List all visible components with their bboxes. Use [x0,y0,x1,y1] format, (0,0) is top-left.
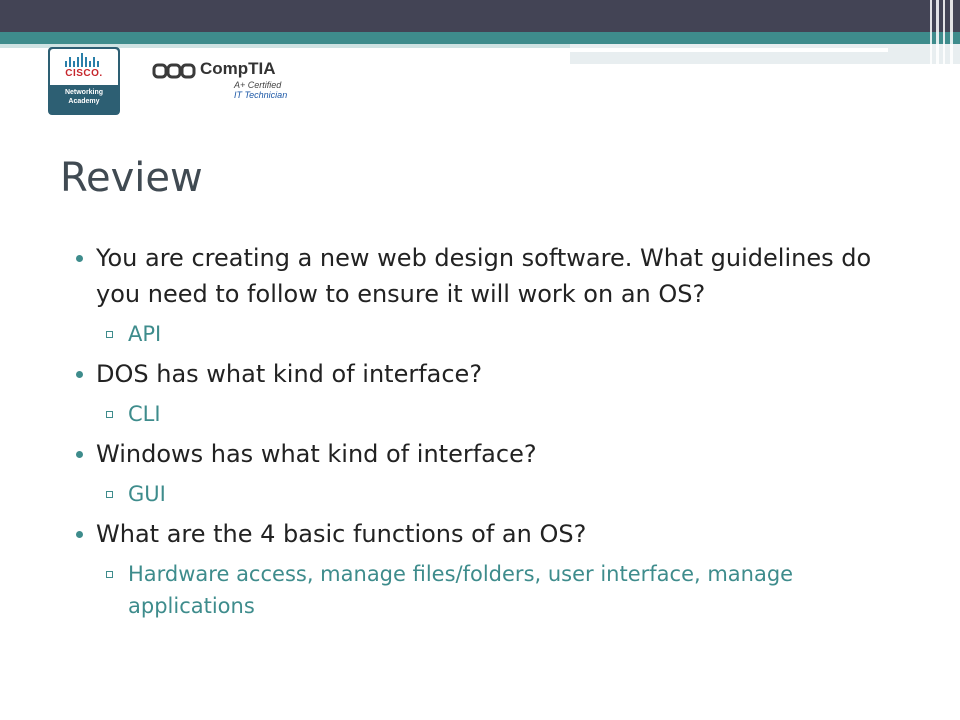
bullet-question: DOS has what kind of interface? [72,356,912,392]
bullet-question: What are the 4 basic functions of an OS? [72,516,912,552]
bullet-question: You are creating a new web design softwa… [72,240,912,312]
cisco-logo-top: CISCO. [50,49,118,85]
bullet-question: Windows has what kind of interface? [72,436,912,472]
slide-content: You are creating a new web design softwa… [72,240,912,628]
cisco-sub-line2: Academy [68,98,100,105]
cisco-networking-academy-logo: CISCO. Networking Academy [48,47,120,115]
cisco-wordmark: CISCO. [65,68,103,79]
slide-title: Review [60,155,203,201]
comptia-wordmark: CompTIA [200,59,276,78]
header-divider [570,48,888,52]
sub-bullet-answer: Hardware access, manage files/folders, u… [72,558,912,622]
header-decoration [926,0,960,64]
header-teal-bar [0,32,960,44]
sub-bullet-answer: GUI [72,478,912,510]
cisco-academy-label: Networking Academy [48,88,120,106]
header-dark-bar [0,0,960,32]
sub-bullet-answer: CLI [72,398,912,430]
comptia-cert-line1: A+ Certified [234,80,282,90]
sub-bullet-answer: API [72,318,912,350]
cisco-sub-line1: Networking [64,89,104,96]
comptia-certification: A+ Certified IT Technician [234,80,287,100]
comptia-rings-icon [152,63,196,79]
header-light-bar-right [570,44,960,64]
comptia-cert-line2: IT Technician [234,90,288,100]
comptia-logo: CompTIA A+ Certified IT Technician [152,58,312,108]
